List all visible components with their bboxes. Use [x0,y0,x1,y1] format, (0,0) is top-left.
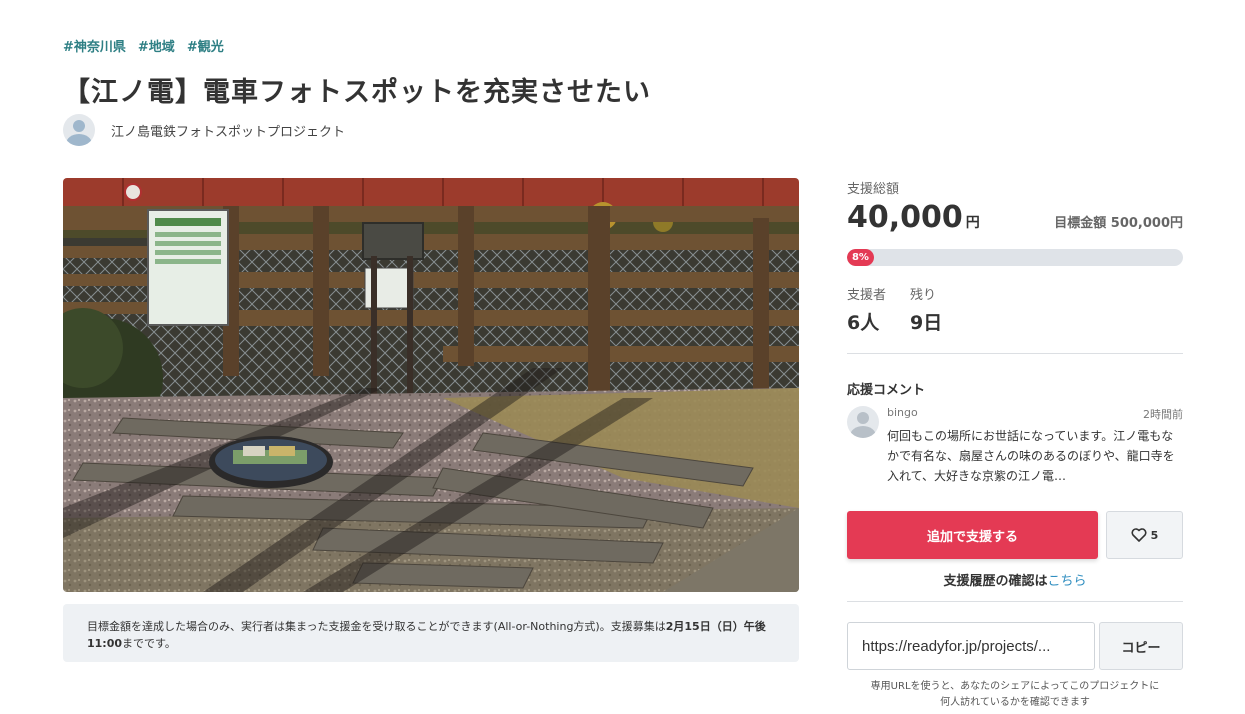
share-url-row: コピー [847,622,1183,670]
history-text: 支援履歴の確認は [943,574,1048,589]
heart-icon [1131,528,1147,542]
tag-list: #神奈川県 #地域 #観光 [63,36,224,55]
support-button[interactable]: 追加で支援する [847,511,1098,559]
remaining-value: 9日 [910,312,943,334]
project-title: 【江ノ電】電車フォトスポットを充実させたい [63,77,651,108]
raised-currency: 円 [965,215,980,231]
raised-amount: 40,000 [847,200,963,235]
raised-label: 支援総額 [847,182,900,197]
tag-tourism[interactable]: #観光 [187,36,224,55]
action-buttons: 追加で支援する 5 [847,511,1183,559]
goal-value: 500,000円 [1110,216,1183,231]
copy-button[interactable]: コピー [1099,622,1183,670]
divider [847,353,1183,354]
comment-text: 何回もこの場所にお世話になっています。江ノ電もなかで有名な、扇屋さんの味のあるの… [887,429,1175,483]
tag-kanagawa[interactable]: #神奈川県 [63,36,126,55]
progress-fill: 8% [847,249,874,266]
project-main-image [63,178,799,592]
supporters-stat: 支援者 6人 [847,284,886,335]
supporters-label: 支援者 [847,288,887,303]
owner-avatar [63,114,95,146]
remaining-stat: 残り 9日 [910,284,942,335]
commenter-avatar [847,406,879,438]
share-note: 専用URLを使うと、あなたのシェアによってこのプロジェクトに何人訪れているかを確… [870,681,1160,708]
share-url-input[interactable] [847,622,1095,670]
stats: 支援者 6人 残り 9日 [847,284,942,335]
comment-time: 2時間前 [1143,408,1183,421]
comments-title: 応援コメント [847,383,926,398]
notice-text: 目標金額を達成した場合のみ、実行者は集まった支援金を受け取ることができます(Al… [87,620,666,633]
progress-bar: 8% [847,249,1183,266]
supporters-value: 6人 [847,312,880,334]
project-owner[interactable]: 江ノ島電鉄フォトスポットプロジェクト [63,114,345,146]
notice-text-end: までです。 [122,637,176,650]
raised-row: 40,000 円 目標金額 500,000円 [847,200,1183,235]
favorite-button[interactable]: 5 [1106,511,1183,559]
divider [847,601,1183,602]
favorite-count: 5 [1150,528,1159,542]
tag-region[interactable]: #地域 [138,36,175,55]
commenter-name: bingo [887,406,918,419]
all-or-nothing-notice: 目標金額を達成した場合のみ、実行者は集まった支援金を受け取ることができます(Al… [63,604,799,662]
remaining-label: 残り [910,288,937,303]
support-history: 支援履歴の確認はこちら [847,570,1183,589]
goal-amount: 目標金額 500,000円 [1054,212,1183,231]
goal-label: 目標金額 [1054,216,1107,231]
owner-name[interactable]: 江ノ島電鉄フォトスポットプロジェクト [111,121,345,140]
history-link[interactable]: こちら [1048,574,1087,589]
